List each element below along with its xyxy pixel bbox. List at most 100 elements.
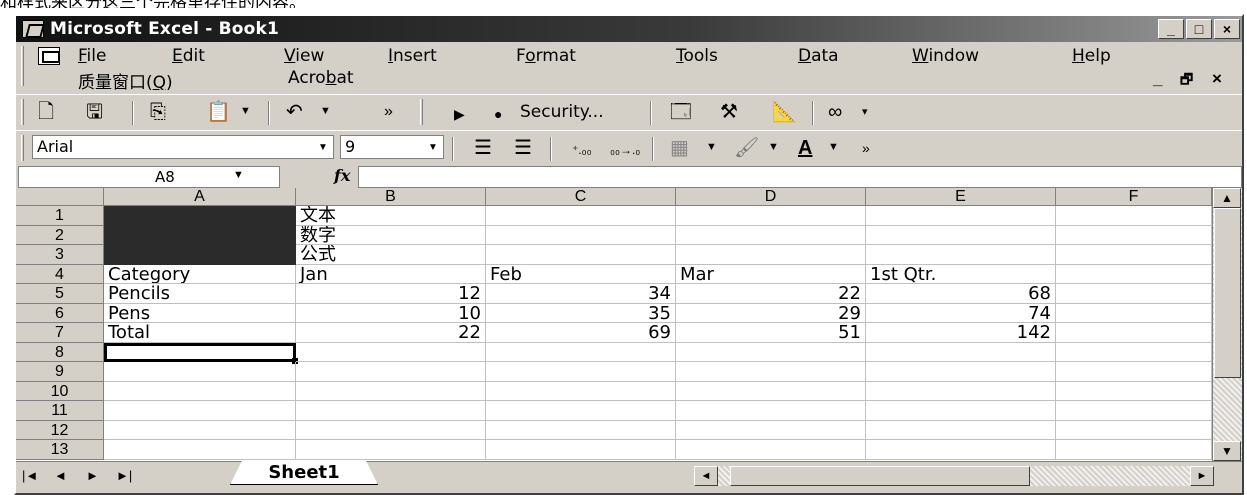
maximize-button[interactable]: □ — [1186, 19, 1212, 39]
visual-basic-editor-icon[interactable]: 🗔 — [670, 101, 692, 123]
cell-e6[interactable]: 74 — [866, 303, 1056, 323]
cell-c13[interactable] — [486, 440, 676, 460]
align-right-icon[interactable]: ☰ — [514, 137, 532, 159]
first-sheet-icon[interactable]: |◄ — [22, 468, 38, 483]
workbook-close-button[interactable]: × — [1212, 69, 1222, 89]
cell-d10[interactable] — [676, 381, 866, 401]
increase-decimal-icon[interactable]: ⁺.₀₀ — [572, 139, 592, 161]
paste-icon[interactable]: 📋 — [206, 101, 231, 123]
cell-e12[interactable] — [866, 420, 1056, 440]
cell-e10[interactable] — [866, 381, 1056, 401]
menu-insert[interactable]: Insert — [388, 46, 437, 66]
cell-d2[interactable] — [676, 225, 866, 245]
fill-color-icon[interactable]: 🖌 — [734, 137, 759, 159]
security-button[interactable]: Security... — [520, 102, 604, 122]
cell-b9[interactable] — [296, 362, 486, 382]
last-sheet-icon[interactable]: ►| — [116, 468, 132, 483]
cell-c7[interactable]: 69 — [486, 323, 676, 343]
sheet-tab-sheet1[interactable]: Sheet1 — [230, 461, 378, 485]
vertical-scroll-thumb[interactable] — [1214, 208, 1241, 378]
cell-f10[interactable] — [1056, 381, 1212, 401]
copy-icon[interactable]: ⎘ — [150, 101, 166, 123]
cell-b1[interactable]: 文本 — [296, 206, 486, 226]
insert-function-icon[interactable]: fx — [334, 166, 350, 185]
column-header-b[interactable]: B — [296, 188, 486, 206]
row-header-13[interactable]: 13 — [16, 440, 104, 460]
cell-c10[interactable] — [486, 381, 676, 401]
decrease-decimal-icon[interactable]: ₀₀→.₀ — [610, 139, 640, 161]
cell-c8[interactable] — [486, 342, 676, 362]
horizontal-scroll-thumb[interactable] — [730, 466, 1030, 486]
record-macro-icon[interactable]: ● — [494, 103, 502, 125]
row-header-9[interactable]: 9 — [16, 362, 104, 382]
fill-color-dropdown-icon[interactable]: ▼ — [768, 141, 779, 153]
cell-c11[interactable] — [486, 401, 676, 421]
horizontal-scrollbar[interactable]: ◄ ► — [694, 466, 1214, 486]
cell-f2[interactable] — [1056, 225, 1212, 245]
menu-window[interactable]: Window — [912, 46, 979, 66]
cell-e8[interactable] — [866, 342, 1056, 362]
menu-data[interactable]: Data — [798, 46, 839, 66]
toolbar-overflow-icon[interactable]: » — [384, 101, 393, 123]
cell-c9[interactable] — [486, 362, 676, 382]
cell-f4[interactable] — [1056, 264, 1212, 284]
column-header-e[interactable]: E — [866, 188, 1056, 206]
paste-dropdown-icon[interactable]: ▼ — [240, 105, 251, 117]
row-header-8[interactable]: 8 — [16, 342, 104, 362]
cell-c3[interactable] — [486, 245, 676, 265]
cell-d4[interactable]: Mar — [676, 264, 866, 284]
cell-a3[interactable] — [104, 245, 296, 265]
row-header-12[interactable]: 12 — [16, 420, 104, 440]
formatting-toolbar-grip[interactable] — [21, 135, 24, 161]
formula-input[interactable] — [358, 166, 1242, 188]
design-mode-icon[interactable]: 📐 — [772, 101, 797, 123]
cell-b5[interactable]: 12 — [296, 284, 486, 304]
name-box-dropdown-icon[interactable]: ▼ — [233, 169, 244, 181]
row-header-6[interactable]: 6 — [16, 303, 104, 323]
column-header-c[interactable]: C — [486, 188, 676, 206]
row-header-4[interactable]: 4 — [16, 264, 104, 284]
cell-e7[interactable]: 142 — [866, 323, 1056, 343]
cell-d7[interactable]: 51 — [676, 323, 866, 343]
cell-d13[interactable] — [676, 440, 866, 460]
row-header-10[interactable]: 10 — [16, 381, 104, 401]
cell-f1[interactable] — [1056, 206, 1212, 226]
borders-icon[interactable]: ▦ — [670, 137, 689, 159]
cell-c2[interactable] — [486, 225, 676, 245]
row-header-11[interactable]: 11 — [16, 401, 104, 421]
standard-toolbar-grip[interactable] — [21, 99, 24, 125]
run-macro-icon[interactable]: ▶ — [454, 103, 465, 125]
font-name-field[interactable]: Arial — [32, 135, 334, 159]
cell-c5[interactable]: 34 — [486, 284, 676, 304]
cell-f6[interactable] — [1056, 303, 1212, 323]
cell-a5[interactable]: Pencils — [104, 284, 296, 304]
row-header-1[interactable]: 1 — [16, 206, 104, 226]
row-header-5[interactable]: 5 — [16, 284, 104, 304]
menu-quality-window[interactable]: 质量窗口(Q) — [78, 68, 173, 93]
cell-f5[interactable] — [1056, 284, 1212, 304]
cell-a1[interactable] — [104, 206, 296, 226]
column-header-d[interactable]: D — [676, 188, 866, 206]
menu-file[interactable]: File — [78, 46, 106, 66]
cell-e5[interactable]: 68 — [866, 284, 1056, 304]
control-toolbox-icon[interactable]: ⚒ — [720, 101, 738, 123]
cell-f12[interactable] — [1056, 420, 1212, 440]
cell-d11[interactable] — [676, 401, 866, 421]
row-header-7[interactable]: 7 — [16, 323, 104, 343]
cell-d5[interactable]: 22 — [676, 284, 866, 304]
font-color-icon[interactable]: A — [798, 137, 812, 159]
formatting-overflow-icon[interactable]: » — [862, 137, 870, 159]
cell-d6[interactable]: 29 — [676, 303, 866, 323]
cell-a9[interactable] — [104, 362, 296, 382]
next-sheet-icon[interactable]: ► — [86, 468, 99, 483]
cell-a10[interactable] — [104, 381, 296, 401]
column-header-a[interactable]: A — [104, 188, 296, 206]
cell-d8[interactable] — [676, 342, 866, 362]
cell-b13[interactable] — [296, 440, 486, 460]
cell-c1[interactable] — [486, 206, 676, 226]
cell-c4[interactable]: Feb — [486, 264, 676, 284]
toolbar-options-icon[interactable]: ▾ — [862, 105, 868, 118]
scroll-left-icon[interactable]: ◄ — [694, 466, 718, 486]
cell-f13[interactable] — [1056, 440, 1212, 460]
cell-e2[interactable] — [866, 225, 1056, 245]
